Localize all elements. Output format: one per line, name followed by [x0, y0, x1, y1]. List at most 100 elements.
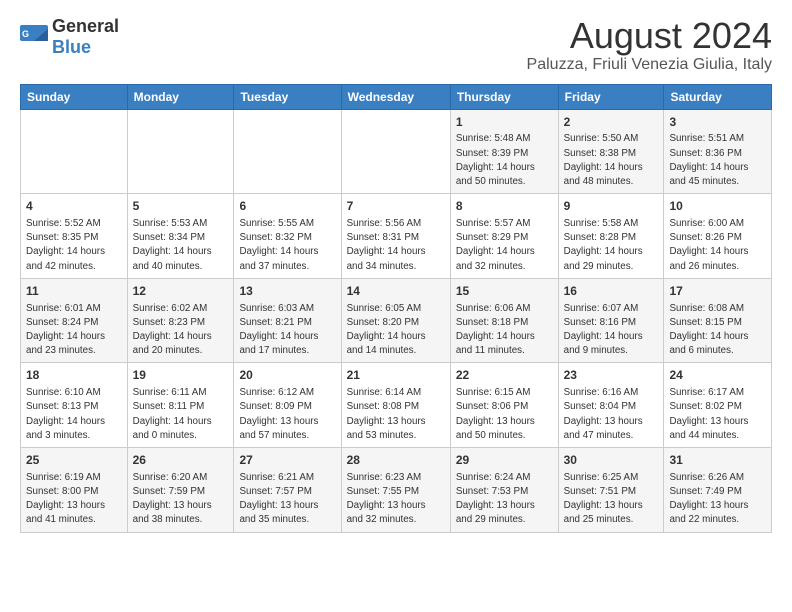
header-wednesday: Wednesday [341, 84, 450, 109]
calendar-header: Sunday Monday Tuesday Wednesday Thursday… [21, 84, 772, 109]
calendar-cell: 13Sunrise: 6:03 AM Sunset: 8:21 PM Dayli… [234, 278, 341, 363]
day-info: Sunrise: 6:25 AM Sunset: 7:51 PM Dayligh… [564, 471, 659, 528]
header-sunday: Sunday [21, 84, 128, 109]
day-number: 15 [456, 283, 553, 300]
day-info: Sunrise: 5:58 AM Sunset: 8:28 PM Dayligh… [564, 217, 659, 274]
day-info: Sunrise: 6:26 AM Sunset: 7:49 PM Dayligh… [669, 471, 766, 528]
calendar-cell: 5 Sunrise: 5:53 AM Sunset: 8:34 PM Daylig… [127, 194, 234, 279]
day-info: Sunrise: 6:15 AM Sunset: 8:06 PM Dayligh… [456, 386, 553, 443]
calendar-cell: 1Sunrise: 5:48 AM Sunset: 8:39 PM Daylig… [450, 109, 558, 194]
day-info: Sunrise: 5:50 AM Sunset: 8:38 PM Dayligh… [564, 132, 659, 189]
calendar-cell: 20 Sunrise: 6:12 AM Sunset: 8:09 PM Dayli… [234, 363, 341, 448]
calendar-cell: 12Sunrise: 6:02 AM Sunset: 8:23 PM Dayli… [127, 278, 234, 363]
day-info: Sunrise: 5:55 AM Sunset: 8:32 PM Dayligh… [239, 217, 335, 274]
header-monday: Monday [127, 84, 234, 109]
day-number: 21 [347, 367, 445, 384]
day-number: 26 [133, 452, 229, 469]
logo-general: General [52, 16, 119, 36]
day-info: Sunrise: 6:11 AM Sunset: 8:11 PM Dayligh… [133, 386, 229, 443]
day-number: 13 [239, 283, 335, 300]
calendar-cell: 19 Sunrise: 6:11 AM Sunset: 8:11 PM Dayli… [127, 363, 234, 448]
calendar-cell: 17 Sunrise: 6:08 AM Sunset: 8:15 PM Dayli… [664, 278, 772, 363]
day-number: 7 [347, 198, 445, 215]
logo-text: General Blue [52, 16, 119, 58]
day-info: Sunrise: 5:53 AM Sunset: 8:34 PM Dayligh… [133, 217, 229, 274]
day-info: Sunrise: 6:23 AM Sunset: 7:55 PM Dayligh… [347, 471, 445, 528]
day-info: Sunrise: 6:08 AM Sunset: 8:15 PM Dayligh… [669, 302, 766, 359]
calendar-cell [127, 109, 234, 194]
day-info: Sunrise: 6:02 AM Sunset: 8:23 PM Dayligh… [133, 302, 229, 359]
calendar-cell: 27Sunrise: 6:21 AM Sunset: 7:57 PM Dayli… [234, 448, 341, 533]
day-info: Sunrise: 6:07 AM Sunset: 8:16 PM Dayligh… [564, 302, 659, 359]
logo-icon: G [20, 25, 48, 49]
day-number: 8 [456, 198, 553, 215]
day-number: 11 [26, 283, 122, 300]
calendar-cell: 25Sunrise: 6:19 AM Sunset: 8:00 PM Dayli… [21, 448, 128, 533]
day-number: 30 [564, 452, 659, 469]
day-number: 25 [26, 452, 122, 469]
calendar-cell: 26Sunrise: 6:20 AM Sunset: 7:59 PM Dayli… [127, 448, 234, 533]
logo: G General Blue [20, 16, 119, 58]
day-number: 28 [347, 452, 445, 469]
day-number: 16 [564, 283, 659, 300]
calendar-cell: 29Sunrise: 6:24 AM Sunset: 7:53 PM Dayli… [450, 448, 558, 533]
weekday-header-row: Sunday Monday Tuesday Wednesday Thursday… [21, 84, 772, 109]
week-row-3: 11Sunrise: 6:01 AM Sunset: 8:24 PM Dayli… [21, 278, 772, 363]
day-number: 10 [669, 198, 766, 215]
calendar-cell: 16 Sunrise: 6:07 AM Sunset: 8:16 PM Dayli… [558, 278, 664, 363]
header-thursday: Thursday [450, 84, 558, 109]
header-saturday: Saturday [664, 84, 772, 109]
day-info: Sunrise: 6:12 AM Sunset: 8:09 PM Dayligh… [239, 386, 335, 443]
calendar-cell [234, 109, 341, 194]
day-number: 2 [564, 114, 659, 131]
day-info: Sunrise: 5:57 AM Sunset: 8:29 PM Dayligh… [456, 217, 553, 274]
day-info: Sunrise: 6:00 AM Sunset: 8:26 PM Dayligh… [669, 217, 766, 274]
day-number: 27 [239, 452, 335, 469]
calendar-cell: 9 Sunrise: 5:58 AM Sunset: 8:28 PM Daylig… [558, 194, 664, 279]
calendar-cell: 23Sunrise: 6:16 AM Sunset: 8:04 PM Dayli… [558, 363, 664, 448]
week-row-2: 4Sunrise: 5:52 AM Sunset: 8:35 PM Daylig… [21, 194, 772, 279]
calendar-cell: 30 Sunrise: 6:25 AM Sunset: 7:51 PM Dayli… [558, 448, 664, 533]
calendar-cell: 21 Sunrise: 6:14 AM Sunset: 8:08 PM Dayli… [341, 363, 450, 448]
logo-blue: Blue [52, 37, 91, 57]
week-row-4: 18 Sunrise: 6:10 AM Sunset: 8:13 PM Dayli… [21, 363, 772, 448]
calendar-table: Sunday Monday Tuesday Wednesday Thursday… [20, 84, 772, 533]
calendar-cell [341, 109, 450, 194]
calendar-cell: 8 Sunrise: 5:57 AM Sunset: 8:29 PM Daylig… [450, 194, 558, 279]
day-number: 9 [564, 198, 659, 215]
day-number: 19 [133, 367, 229, 384]
day-number: 18 [26, 367, 122, 384]
week-row-1: 1Sunrise: 5:48 AM Sunset: 8:39 PM Daylig… [21, 109, 772, 194]
day-number: 23 [564, 367, 659, 384]
week-row-5: 25Sunrise: 6:19 AM Sunset: 8:00 PM Dayli… [21, 448, 772, 533]
subtitle: Paluzza, Friuli Venezia Giulia, Italy [527, 56, 772, 74]
day-info: Sunrise: 6:10 AM Sunset: 8:13 PM Dayligh… [26, 386, 122, 443]
day-info: Sunrise: 5:56 AM Sunset: 8:31 PM Dayligh… [347, 217, 445, 274]
calendar-cell: 3Sunrise: 5:51 AM Sunset: 8:36 PM Daylig… [664, 109, 772, 194]
day-info: Sunrise: 6:14 AM Sunset: 8:08 PM Dayligh… [347, 386, 445, 443]
calendar-cell: 7 Sunrise: 5:56 AM Sunset: 8:31 PM Daylig… [341, 194, 450, 279]
day-number: 24 [669, 367, 766, 384]
day-number: 5 [133, 198, 229, 215]
day-number: 31 [669, 452, 766, 469]
day-number: 20 [239, 367, 335, 384]
calendar-cell: 10 Sunrise: 6:00 AM Sunset: 8:26 PM Dayli… [664, 194, 772, 279]
day-number: 6 [239, 198, 335, 215]
day-number: 3 [669, 114, 766, 131]
day-info: Sunrise: 6:06 AM Sunset: 8:18 PM Dayligh… [456, 302, 553, 359]
day-info: Sunrise: 6:17 AM Sunset: 8:02 PM Dayligh… [669, 386, 766, 443]
day-number: 14 [347, 283, 445, 300]
day-number: 1 [456, 114, 553, 131]
svg-text:G: G [22, 29, 29, 39]
day-info: Sunrise: 6:05 AM Sunset: 8:20 PM Dayligh… [347, 302, 445, 359]
calendar-cell: 31 Sunrise: 6:26 AM Sunset: 7:49 PM Dayli… [664, 448, 772, 533]
calendar-cell: 6 Sunrise: 5:55 AM Sunset: 8:32 PM Daylig… [234, 194, 341, 279]
main-title: August 2024 [527, 16, 772, 56]
calendar-cell: 15 Sunrise: 6:06 AM Sunset: 8:18 PM Dayli… [450, 278, 558, 363]
page: G General Blue August 2024 Paluzza, Friu… [0, 0, 792, 543]
calendar-cell: 2Sunrise: 5:50 AM Sunset: 8:38 PM Daylig… [558, 109, 664, 194]
day-info: Sunrise: 5:51 AM Sunset: 8:36 PM Dayligh… [669, 132, 766, 189]
day-number: 17 [669, 283, 766, 300]
title-area: August 2024 Paluzza, Friuli Venezia Giul… [527, 16, 772, 74]
header: G General Blue August 2024 Paluzza, Friu… [20, 16, 772, 74]
